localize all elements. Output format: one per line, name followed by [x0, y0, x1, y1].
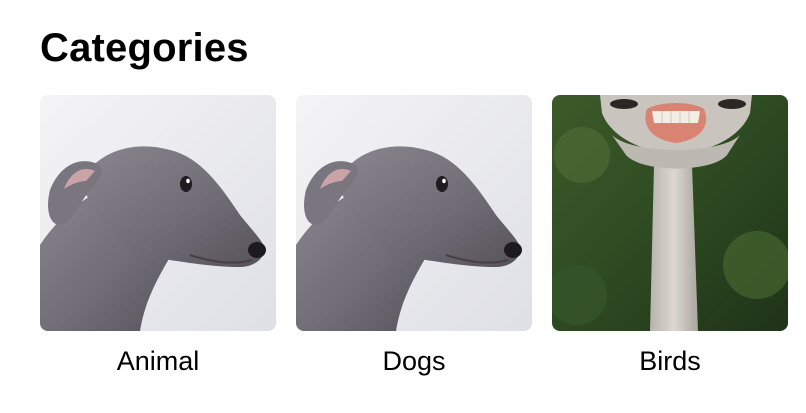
category-label: Birds: [639, 346, 701, 376]
dog-image: [296, 95, 532, 331]
category-card-birds[interactable]: Birds: [552, 95, 788, 385]
category-thumbnail-animal[interactable]: [40, 95, 276, 331]
page-title: Categories: [40, 26, 249, 70]
categories-grid: Animal Dogs Birds: [40, 95, 788, 395]
dog-image: [40, 95, 276, 331]
category-label: Dogs: [382, 346, 446, 376]
category-card-dogs[interactable]: Dogs: [296, 95, 532, 385]
category-card-animal[interactable]: Animal: [40, 95, 276, 385]
ostrich-image: [552, 95, 788, 331]
category-thumbnail-dogs[interactable]: [296, 95, 532, 331]
category-label: Animal: [116, 346, 200, 376]
category-thumbnail-birds[interactable]: [552, 95, 788, 331]
